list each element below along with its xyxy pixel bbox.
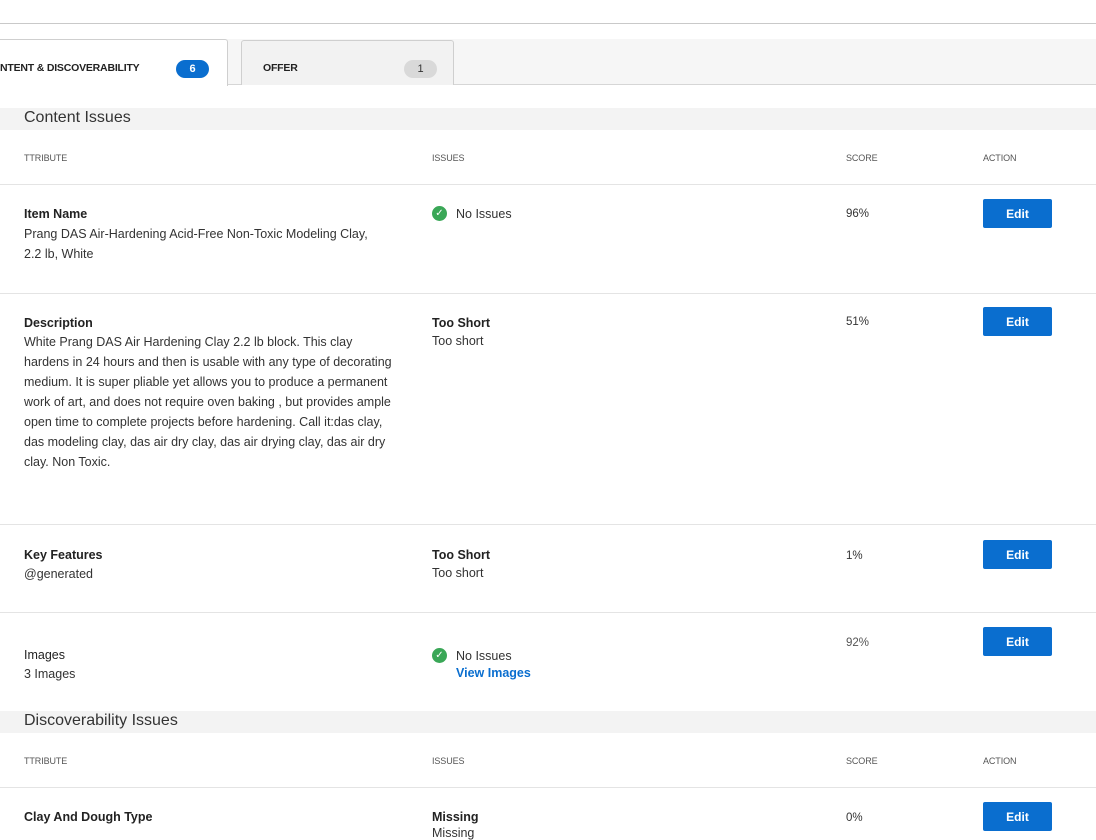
score-value: 92% <box>846 637 870 649</box>
row-divider <box>0 612 1096 613</box>
discoverability-issues-header: Discoverability Issues <box>0 711 1096 733</box>
column-header-action: ACTION <box>983 756 1017 766</box>
attribute-name: Key Features <box>24 548 103 562</box>
issue-detail: Too short <box>432 334 484 348</box>
issue-detail: Missing <box>432 826 475 840</box>
attribute-value: Prang DAS Air-Hardening Acid-Free Non-To… <box>24 227 368 261</box>
issue-text: No Issues <box>456 648 512 663</box>
attribute-name: Description <box>24 316 93 330</box>
count-badge: 6 <box>176 60 209 78</box>
column-header-attribute: TTRIBUTE <box>24 756 68 766</box>
count-badge: 1 <box>404 60 437 78</box>
check-circle-icon: ✓ <box>432 206 447 221</box>
issue-title: Too Short <box>432 548 491 562</box>
issue-title: Too Short <box>432 316 491 330</box>
column-header-action: ACTION <box>983 153 1017 163</box>
check-circle-icon: ✓ <box>432 648 447 663</box>
attribute-name: Clay And Dough Type <box>24 810 153 824</box>
row-divider <box>0 293 1096 294</box>
row-divider <box>0 184 1096 185</box>
column-header-issues: ISSUES <box>432 756 465 766</box>
attribute-name: Images <box>24 648 65 662</box>
tab-offer[interactable]: OFFER 1 <box>241 40 454 85</box>
edit-clay-dough-type-button[interactable]: Edit <box>983 802 1052 831</box>
top-divider <box>0 23 1096 24</box>
tab-label: OFFER <box>263 62 298 74</box>
column-header-score: SCORE <box>846 756 878 766</box>
tab-content-discoverability[interactable]: NTENT & DISCOVERABILITY 6 <box>0 39 228 86</box>
issue-detail: Too short <box>432 566 484 580</box>
edit-images-button[interactable]: Edit <box>983 627 1052 656</box>
view-images-link[interactable]: View Images <box>456 666 531 680</box>
content-issues-header: Content Issues <box>0 108 1096 130</box>
attribute-value: @generated <box>24 567 93 581</box>
row-divider <box>0 787 1096 788</box>
edit-item-name-button[interactable]: Edit <box>983 199 1052 228</box>
issue-title: Missing <box>432 810 479 824</box>
section-title: Discoverability Issues <box>24 712 178 729</box>
column-header-issues: ISSUES <box>432 153 465 163</box>
score-value: 51% <box>846 316 870 328</box>
score-value: 1% <box>846 550 863 562</box>
row-divider <box>0 524 1096 525</box>
attribute-name: Item Name <box>24 207 88 221</box>
column-header-attribute: TTRIBUTE <box>24 153 68 163</box>
issue-text: No Issues <box>456 206 512 221</box>
attribute-value: White Prang DAS Air Hardening Clay 2.2 l… <box>24 335 392 469</box>
issue-status: ✓ No Issues <box>432 206 512 221</box>
attribute-value: 3 Images <box>24 667 76 681</box>
edit-description-button[interactable]: Edit <box>983 307 1052 336</box>
edit-key-features-button[interactable]: Edit <box>983 540 1052 569</box>
tab-label: NTENT & DISCOVERABILITY <box>0 62 140 74</box>
score-value: 96% <box>846 208 870 220</box>
section-title: Content Issues <box>24 109 131 126</box>
score-value: 0% <box>846 812 863 824</box>
issue-status: ✓ No Issues <box>432 648 512 663</box>
column-header-score: SCORE <box>846 153 878 163</box>
